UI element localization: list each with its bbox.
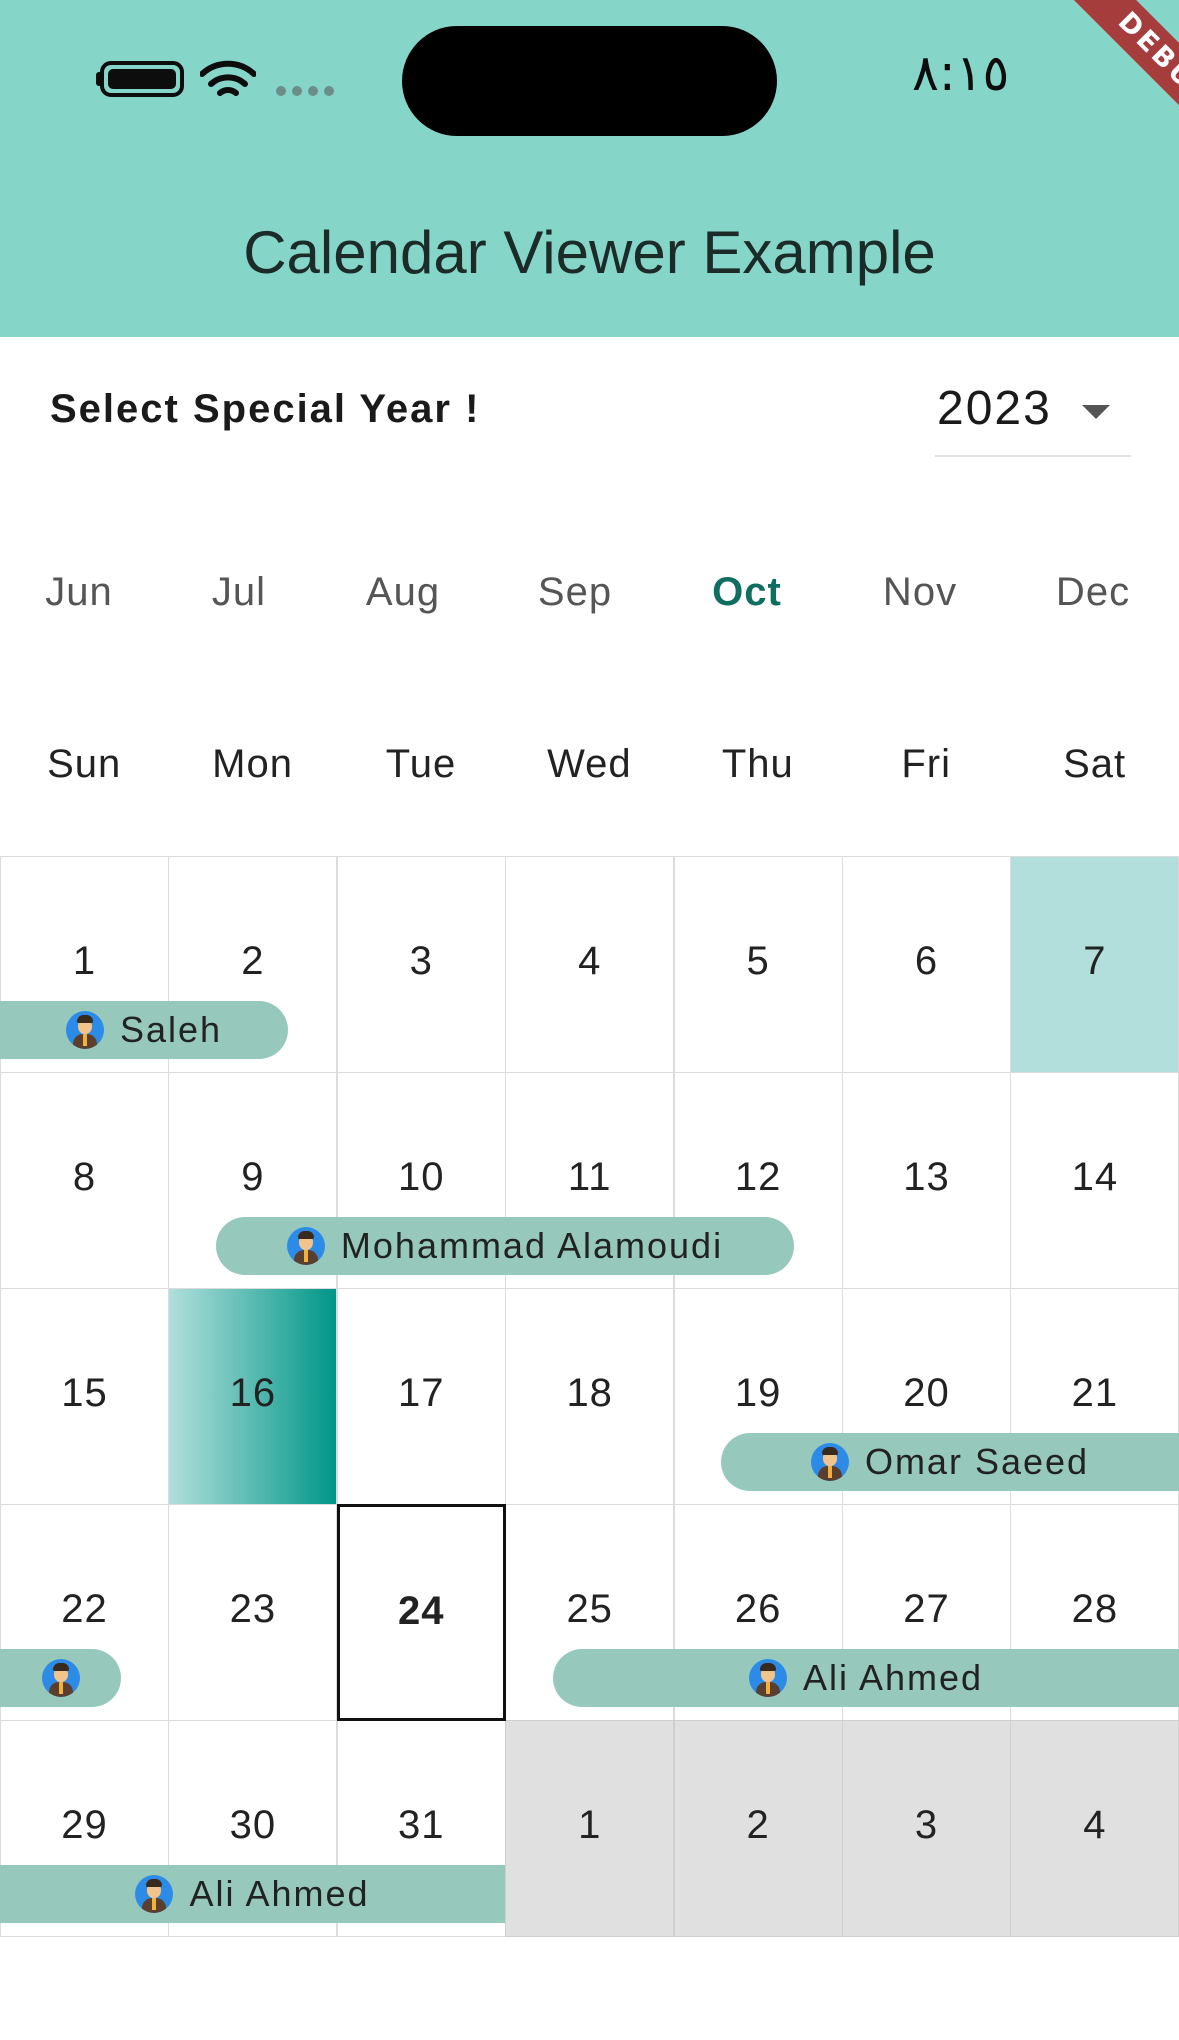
user-avatar-icon — [65, 1011, 104, 1049]
day-number: 20 — [903, 1371, 950, 1415]
day-cell[interactable]: 5 — [673, 856, 843, 1073]
day-number: 10 — [398, 1155, 445, 1199]
day-number: 27 — [903, 1587, 950, 1631]
user-avatar-icon — [286, 1227, 325, 1265]
day-number: 21 — [1071, 1371, 1119, 1415]
event-label: Saleh — [119, 1009, 223, 1050]
day-cell-next-month[interactable]: 4 — [1010, 1720, 1179, 1937]
day-number: 18 — [566, 1371, 613, 1415]
event-chip[interactable] — [0, 1649, 121, 1707]
day-number: 3 — [409, 939, 433, 983]
day-number: 29 — [61, 1803, 108, 1847]
year-selector-label: Select Special Year ! — [50, 387, 481, 431]
day-number: 2 — [241, 939, 265, 983]
month-selector: Jun Jul Aug Sep Oct Nov Dec — [0, 570, 1179, 634]
event-label: Omar Saeed — [864, 1441, 1090, 1482]
day-number: 17 — [398, 1371, 445, 1415]
weekday-label: Thu — [721, 742, 794, 786]
day-number: 31 — [398, 1803, 445, 1847]
user-avatar-icon — [41, 1659, 80, 1697]
day-number: 7 — [1083, 939, 1107, 983]
caret-down-icon — [1082, 405, 1110, 419]
day-number: 5 — [746, 939, 770, 983]
user-avatar-icon — [135, 1875, 174, 1913]
day-cell[interactable]: 6 — [842, 856, 1011, 1073]
day-number: 28 — [1071, 1587, 1119, 1631]
user-avatar-icon — [748, 1659, 787, 1697]
day-number: 2 — [746, 1803, 770, 1847]
battery-icon — [100, 61, 184, 97]
month-tab-sep[interactable]: Sep — [538, 570, 612, 615]
event-label: Ali Ahmed — [802, 1657, 984, 1698]
dynamic-island — [402, 26, 777, 136]
event-chip[interactable]: Mohammad Alamoudi — [216, 1217, 794, 1275]
day-number: 11 — [567, 1155, 612, 1199]
day-cell[interactable]: 13 — [842, 1072, 1011, 1289]
month-tab-oct[interactable]: Oct — [712, 570, 782, 615]
day-number: 1 — [578, 1803, 602, 1847]
day-cell[interactable]: 15 — [0, 1288, 169, 1505]
weekday-label: Sat — [1063, 742, 1127, 786]
day-number: 4 — [578, 939, 602, 983]
event-chip[interactable]: Omar Saeed — [721, 1433, 1179, 1491]
day-number: 12 — [734, 1155, 782, 1199]
day-number: 13 — [903, 1155, 950, 1199]
event-label: Mohammad Alamoudi — [340, 1225, 724, 1266]
event-label: Ali Ahmed — [189, 1873, 370, 1914]
cellular-signal-icon — [276, 86, 334, 96]
day-cell[interactable]: 17 — [336, 1288, 506, 1505]
day-cell[interactable]: 3 — [336, 856, 506, 1073]
day-cell[interactable]: 18 — [505, 1288, 675, 1505]
day-cell[interactable]: 23 — [168, 1504, 338, 1721]
day-cell-today[interactable]: 24 — [336, 1504, 506, 1721]
event-chip[interactable]: Ali Ahmed — [553, 1649, 1179, 1707]
day-cell-next-month[interactable]: 2 — [673, 1720, 843, 1937]
weekday-label: Sun — [47, 742, 122, 786]
year-dropdown[interactable]: 2023 — [935, 375, 1131, 457]
day-number: 16 — [229, 1371, 277, 1415]
day-number: 15 — [61, 1371, 108, 1415]
app-bar: ٨:١٥ DEBUG Calendar Viewer Example — [0, 0, 1179, 337]
day-number: 1 — [72, 939, 97, 983]
day-number: 30 — [229, 1803, 277, 1847]
selected-year: 2023 — [937, 382, 1052, 435]
day-number: 4 — [1083, 1803, 1107, 1847]
event-chip[interactable]: Ali Ahmed — [0, 1865, 505, 1923]
status-time: ٨:١٥ — [912, 44, 1010, 102]
month-tab-jul[interactable]: Jul — [212, 570, 266, 615]
month-tab-aug[interactable]: Aug — [366, 570, 440, 615]
day-number: 14 — [1071, 1155, 1119, 1199]
day-number: 6 — [914, 939, 939, 983]
day-cell-next-month[interactable]: 3 — [842, 1720, 1011, 1937]
day-cell[interactable]: 4 — [505, 856, 675, 1073]
wifi-icon — [200, 60, 256, 96]
day-number: 24 — [398, 1589, 445, 1633]
month-tab-jun[interactable]: Jun — [45, 570, 113, 615]
weekday-label: Tue — [385, 742, 457, 786]
month-tab-dec[interactable]: Dec — [1056, 570, 1130, 615]
day-number: 26 — [734, 1587, 782, 1631]
day-number: 23 — [229, 1587, 277, 1631]
calendar-grid: 1 2 3 4 5 6 7 8 9 10 11 12 13 14 15 16 1… — [0, 856, 1179, 1937]
day-cell-selected[interactable]: 16 — [168, 1288, 338, 1505]
day-number: 8 — [72, 1155, 97, 1199]
weekday-label: Mon — [212, 742, 293, 786]
debug-banner: DEBUG — [1043, 0, 1179, 182]
day-number: 19 — [734, 1371, 782, 1415]
user-avatar-icon — [810, 1443, 849, 1481]
day-number: 3 — [914, 1803, 939, 1847]
weekday-label: Wed — [547, 742, 632, 786]
month-tab-nov[interactable]: Nov — [883, 570, 957, 615]
day-cell[interactable]: 8 — [0, 1072, 169, 1289]
weekday-label: Fri — [901, 742, 952, 786]
day-number: 22 — [61, 1587, 108, 1631]
day-cell-highlighted[interactable]: 7 — [1010, 856, 1179, 1073]
event-chip[interactable]: Saleh — [0, 1001, 288, 1059]
day-number: 25 — [566, 1587, 613, 1631]
day-cell-next-month[interactable]: 1 — [505, 1720, 675, 1937]
page-title: Calendar Viewer Example — [243, 219, 936, 286]
day-number: 9 — [241, 1155, 265, 1199]
day-cell[interactable]: 14 — [1010, 1072, 1179, 1289]
